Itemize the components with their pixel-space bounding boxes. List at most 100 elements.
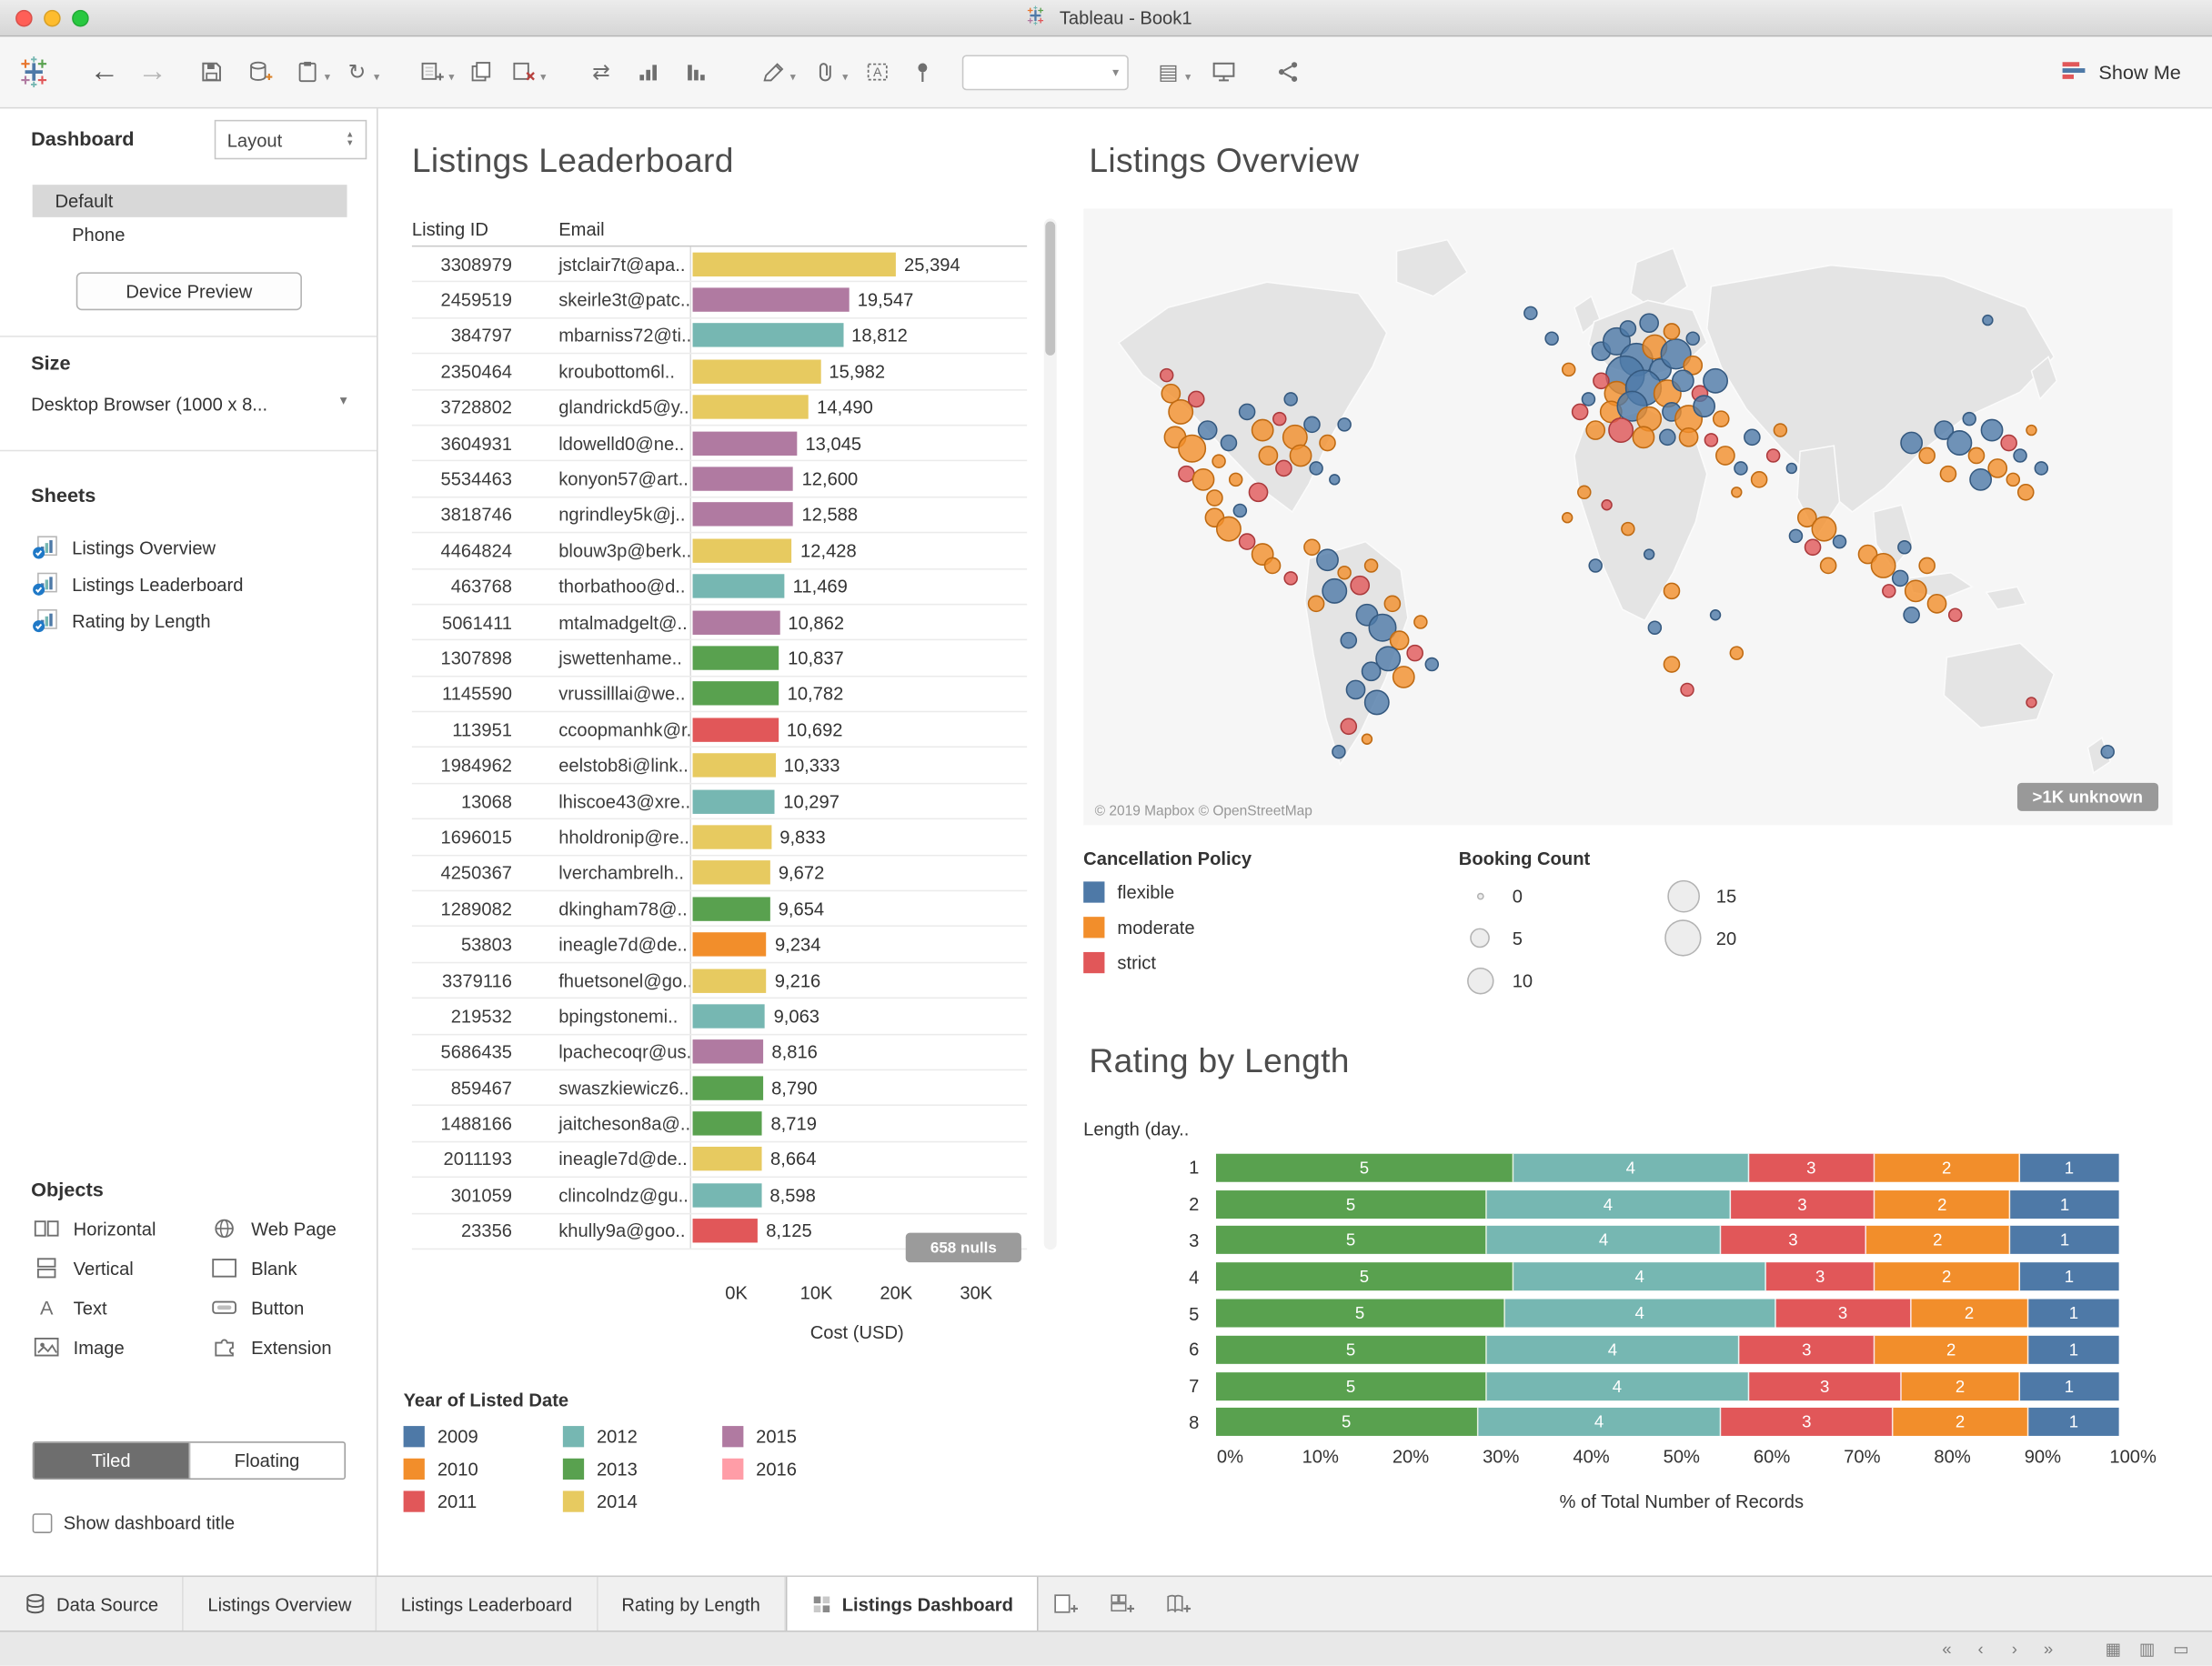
map-point[interactable] — [1247, 482, 1268, 503]
cost-bar[interactable] — [692, 1219, 758, 1243]
undo-button[interactable]: ← — [87, 54, 121, 90]
booking-legend-item[interactable]: 0 — [1459, 878, 1533, 912]
year-legend-item[interactable]: 2014 — [562, 1490, 638, 1512]
column-header-listing-id[interactable]: Listing ID — [412, 218, 512, 245]
leaderboard-row[interactable]: 3379116 fhuetsonel@go.. 9,216 — [411, 963, 1028, 999]
leaderboard-row[interactable]: 2459519 skeirle3t@patc.. 19,547 — [411, 282, 1028, 319]
cost-bar[interactable] — [692, 1039, 764, 1064]
rating-segment[interactable]: 2 — [1875, 1189, 2011, 1219]
new-worksheet-button[interactable] — [415, 54, 448, 90]
map-point[interactable] — [1619, 320, 1637, 338]
world-map[interactable]: © 2019 Mapbox © OpenStreetMap >1K unknow… — [1083, 208, 2173, 826]
object-vertical[interactable]: Vertical — [31, 1257, 208, 1280]
cost-bar[interactable] — [692, 323, 843, 348]
map-point[interactable] — [1766, 447, 1782, 463]
map-point[interactable] — [1345, 679, 1366, 700]
map-point[interactable] — [1328, 474, 1340, 486]
sheet-sorter-button[interactable]: ▦ — [2096, 1640, 2130, 1660]
leaderboard-row[interactable]: 113951 ccoopmanhk@r.. 10,692 — [411, 712, 1028, 748]
rating-segment[interactable]: 2 — [1902, 1371, 2020, 1400]
map-point[interactable] — [1523, 306, 1537, 321]
tab-listings-dashboard[interactable]: Listings Dashboard — [785, 1577, 1039, 1631]
map-point[interactable] — [1679, 427, 1699, 447]
cost-bar[interactable] — [692, 1111, 763, 1136]
map-point[interactable] — [1577, 485, 1592, 500]
map-point[interactable] — [1969, 468, 1993, 492]
rating-segment[interactable]: 2 — [1875, 1335, 2029, 1364]
cost-bar[interactable] — [692, 287, 850, 312]
leaderboard-row[interactable]: 301059 clincolndz@gu.. 8,598 — [411, 1178, 1028, 1214]
map-point[interactable] — [1785, 462, 1797, 474]
map-point[interactable] — [1939, 465, 1957, 483]
rating-segment[interactable]: 5 — [1215, 1408, 1478, 1437]
map-point[interactable] — [1341, 631, 1358, 649]
scrollbar-thumb[interactable] — [1045, 221, 1056, 356]
clear-sheet-dropdown[interactable]: ▾ — [540, 70, 546, 83]
map-point[interactable] — [1744, 428, 1761, 446]
leaderboard-row[interactable]: 53803 ineagle7d@de.. 9,234 — [411, 927, 1028, 964]
map-point[interactable] — [1917, 557, 1936, 575]
sort-descending-button[interactable] — [680, 54, 714, 90]
tab-layout[interactable]: Layout ▲ ▼ — [214, 119, 367, 160]
highlight-dropdown[interactable]: ▾ — [790, 70, 796, 83]
rating-segment[interactable]: 3 — [1730, 1189, 1875, 1219]
rating-segment[interactable]: 5 — [1215, 1335, 1487, 1364]
cost-bar[interactable] — [692, 968, 767, 993]
save-button[interactable] — [195, 54, 228, 90]
map-point[interactable] — [1308, 595, 1325, 612]
leaderboard-row[interactable]: 1289082 dkingham78@.. 9,654 — [411, 891, 1028, 928]
new-dashboard-tab[interactable] — [1095, 1578, 1151, 1631]
cost-bar[interactable] — [692, 681, 779, 707]
map-point[interactable] — [1319, 434, 1336, 452]
cost-bar[interactable] — [692, 718, 779, 742]
cost-bar[interactable] — [692, 1075, 763, 1100]
zoom-window-button[interactable] — [72, 9, 89, 26]
map-point[interactable] — [1424, 657, 1440, 672]
new-worksheet-dropdown[interactable]: ▾ — [448, 70, 454, 83]
map-point[interactable] — [1290, 444, 1313, 467]
show-dashboard-title-checkbox[interactable] — [32, 1512, 53, 1533]
map-point[interactable] — [1947, 608, 1962, 623]
year-legend-item[interactable]: 2009 — [403, 1426, 478, 1448]
booking-legend-item[interactable]: 5 — [1459, 921, 1533, 955]
sheet-item[interactable]: Rating by Length — [0, 602, 377, 638]
map-point[interactable] — [1734, 460, 1749, 475]
object-horizontal[interactable]: Horizontal — [31, 1218, 208, 1240]
rating-segment[interactable]: 2 — [1893, 1408, 2029, 1437]
rating-segment[interactable]: 4 — [1513, 1153, 1749, 1182]
map-point[interactable] — [1805, 539, 1822, 557]
leaderboard-row[interactable]: 3728802 glandrickd5@y.. 14,490 — [411, 389, 1028, 427]
size-selector[interactable]: Desktop Browser (1000 x 8... ▾ — [31, 394, 347, 415]
show-dashboard-title-row[interactable]: Show dashboard title — [32, 1512, 235, 1533]
cost-bar[interactable] — [692, 932, 767, 957]
clear-sheet-button[interactable] — [507, 54, 540, 90]
unknown-values-badge[interactable]: >1K unknown — [2016, 782, 2159, 811]
fit-selector[interactable]: ▾ — [961, 54, 1129, 90]
leaderboard-row[interactable]: 3604931 ldowelld0@ne.. 13,045 — [411, 426, 1028, 462]
map-point[interactable] — [1646, 620, 1662, 636]
rating-segment[interactable]: 5 — [1215, 1226, 1487, 1255]
refresh-data-button[interactable]: ↻ — [340, 54, 374, 90]
object-button[interactable]: Button — [209, 1296, 356, 1319]
object-web-page[interactable]: Web Page — [209, 1218, 356, 1240]
map-point[interactable] — [1282, 392, 1298, 407]
leaderboard-row[interactable]: 1696015 hholdronip@re.. 9,833 — [411, 819, 1028, 856]
rating-segment[interactable]: 5 — [1215, 1189, 1487, 1219]
text-label-button[interactable]: A — [860, 54, 894, 90]
cost-bar[interactable] — [692, 609, 780, 635]
rating-segment[interactable]: 2 — [1911, 1299, 2029, 1328]
map-point[interactable] — [1363, 558, 1379, 574]
map-point[interactable] — [1341, 718, 1358, 736]
rating-segment[interactable]: 5 — [1215, 1371, 1487, 1400]
map-point[interactable] — [1364, 688, 1391, 715]
rating-segment[interactable]: 1 — [2010, 1189, 2119, 1219]
cost-bar[interactable] — [692, 753, 776, 778]
rating-segment[interactable]: 5 — [1215, 1299, 1505, 1328]
leaderboard-row[interactable]: 2350464 kroubottom6l.. 15,982 — [411, 354, 1028, 390]
next-sheet-button[interactable]: › — [1997, 1640, 2031, 1660]
rating-segment[interactable]: 1 — [2010, 1226, 2119, 1255]
sheet-item[interactable]: Listings Leaderboard — [0, 566, 377, 602]
booking-legend-item[interactable]: 10 — [1459, 963, 1533, 997]
cost-bar[interactable] — [692, 431, 798, 456]
map-point[interactable] — [1704, 432, 1718, 447]
